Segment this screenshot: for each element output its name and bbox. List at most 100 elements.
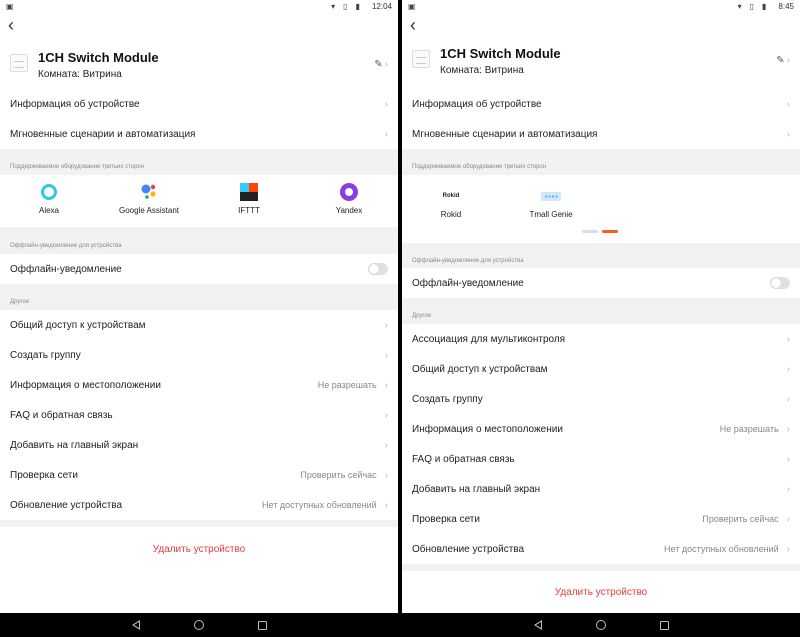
- row-label: FAQ и обратная связь: [10, 409, 113, 421]
- network-check-row[interactable]: Проверка сети Проверить сейчас ›: [0, 460, 398, 490]
- add-to-home-row[interactable]: Добавить на главный экран ›: [0, 430, 398, 460]
- service-name: IFTTT: [238, 206, 260, 215]
- chevron-right-icon: ›: [786, 128, 790, 140]
- nav-recent-icon[interactable]: [659, 620, 669, 630]
- row-label: Информация об устройстве: [412, 98, 542, 110]
- device-info-row[interactable]: Информация об устройстве ›: [402, 89, 800, 119]
- nav-back-icon[interactable]: [131, 620, 140, 630]
- carousel-dot[interactable]: [582, 230, 598, 233]
- other-section: Другое: [402, 298, 800, 324]
- edit-icon[interactable]: ✎ ›: [776, 55, 790, 66]
- system-nav-bar: [402, 613, 800, 637]
- row-label: Обновление устройства: [412, 543, 525, 555]
- services-strip: Rokid Rokid Tmall Genie: [402, 175, 800, 243]
- delete-device-button[interactable]: Удалить устройство: [0, 527, 398, 571]
- section-title: Другое: [10, 299, 30, 305]
- carousel-dot-active[interactable]: [602, 230, 618, 233]
- section-title: Оффлайн-уведомление для устройства: [412, 258, 524, 264]
- row-label: Мгновенные сценарии и автоматизация: [10, 128, 196, 140]
- row-label: Оффлайн-уведомление: [412, 277, 524, 289]
- nav-back-icon[interactable]: [533, 620, 542, 630]
- add-to-home-row[interactable]: Добавить на главный экран ›: [402, 474, 800, 504]
- edit-icon[interactable]: ✎ ›: [374, 59, 388, 70]
- wifi-icon: ▾: [737, 2, 742, 11]
- status-bar: ▣ ▾ ▯ ▮ 12:04: [0, 0, 398, 13]
- service-yandex[interactable]: Yandex: [314, 183, 384, 216]
- back-icon[interactable]: ‹: [410, 16, 416, 34]
- device-update-row[interactable]: Обновление устройства Нет доступных обно…: [0, 490, 398, 520]
- battery-icon: ▮: [355, 2, 360, 11]
- create-group-row[interactable]: Создать группу ›: [402, 384, 800, 414]
- section-title: Поддерживаемое оборудование третьих стор…: [412, 164, 547, 170]
- chevron-right-icon: ›: [384, 439, 388, 451]
- google-assistant-icon: [140, 183, 158, 201]
- row-label: Создать группу: [412, 393, 483, 405]
- row-label: Добавить на главный экран: [412, 483, 541, 495]
- yandex-icon: [340, 183, 358, 201]
- third-party-section: Поддерживаемое оборудование третьих стор…: [0, 149, 398, 175]
- chevron-right-icon: ›: [384, 98, 388, 110]
- service-google-assistant[interactable]: Google Assistant: [114, 183, 184, 216]
- divider: [0, 520, 398, 527]
- row-label: Проверка сети: [412, 513, 480, 525]
- service-name: Tmall Genie: [529, 210, 573, 219]
- device-header[interactable]: 1CH Switch Module Комната: Витрина ✎ ›: [402, 40, 800, 84]
- chevron-right-icon: ›: [384, 128, 388, 140]
- row-label: Мгновенные сценарии и автоматизация: [412, 128, 598, 140]
- row-label: Добавить на главный экран: [10, 439, 139, 451]
- share-devices-row[interactable]: Общий доступ к устройствам ›: [0, 310, 398, 340]
- offline-section: Оффлайн-уведомление для устройства: [402, 243, 800, 269]
- scenes-automation-row[interactable]: Мгновенные сценарии и автоматизация ›: [0, 119, 398, 149]
- service-tmall-genie[interactable]: Tmall Genie: [516, 187, 586, 220]
- row-label: Информация о местоположении: [10, 379, 161, 391]
- create-group-row[interactable]: Создать группу ›: [0, 340, 398, 370]
- location-info-row[interactable]: Информация о местоположении Не разрешать…: [0, 370, 398, 400]
- chevron-right-icon: ›: [786, 363, 790, 375]
- offline-notification-toggle[interactable]: [770, 277, 790, 289]
- chevron-right-icon: ›: [384, 379, 388, 391]
- row-label: Общий доступ к устройствам: [10, 319, 146, 331]
- nav-recent-icon[interactable]: [257, 620, 267, 630]
- carousel-dots[interactable]: [582, 230, 618, 233]
- device-room: Комната: Витрина: [440, 65, 524, 76]
- row-label: Проверка сети: [10, 469, 78, 481]
- status-bar: ▣ ▾ ▯ ▮ 8:45: [402, 0, 800, 13]
- location-info-row[interactable]: Информация о местоположении Не разрешать…: [402, 414, 800, 444]
- scenes-automation-row[interactable]: Мгновенные сценарии и автоматизация ›: [402, 119, 800, 149]
- service-rokid[interactable]: Rokid Rokid: [416, 187, 486, 220]
- multicontrol-row[interactable]: Ассоциация для мультиконтроля ›: [402, 324, 800, 354]
- network-check-row[interactable]: Проверка сети Проверить сейчас ›: [402, 504, 800, 534]
- row-value: Нет доступных обновлений: [664, 544, 779, 554]
- nav-home-icon[interactable]: [193, 620, 204, 630]
- clock: 12:04: [371, 2, 392, 11]
- service-name: Alexa: [38, 206, 59, 215]
- row-label: FAQ и обратная связь: [412, 453, 515, 465]
- chevron-right-icon: ›: [786, 543, 790, 555]
- row-label: Обновление устройства: [10, 499, 123, 511]
- image-icon: ▣: [6, 2, 14, 11]
- offline-notification-toggle[interactable]: [368, 263, 388, 275]
- share-devices-row[interactable]: Общий доступ к устройствам ›: [402, 354, 800, 384]
- device-info-row[interactable]: Информация об устройстве ›: [0, 89, 398, 119]
- row-value: Не разрешать: [719, 424, 779, 434]
- device-update-row[interactable]: Обновление устройства Нет доступных обно…: [402, 534, 800, 564]
- right-screen: ▣ ▾ ▯ ▮ 8:45 ‹ 1CH Switch Module Комната…: [402, 0, 800, 637]
- nav-home-icon[interactable]: [595, 620, 606, 630]
- chevron-right-icon: ›: [786, 423, 790, 435]
- faq-feedback-row[interactable]: FAQ и обратная связь ›: [0, 400, 398, 430]
- row-value: Не разрешать: [317, 380, 377, 390]
- chevron-right-icon: ›: [786, 333, 790, 345]
- row-value: Нет доступных обновлений: [262, 500, 377, 510]
- delete-device-button[interactable]: Удалить устройство: [402, 571, 800, 613]
- chevron-right-icon: ›: [786, 453, 790, 465]
- other-section: Другое: [0, 284, 398, 310]
- tmall-genie-icon: [540, 187, 562, 205]
- device-header[interactable]: 1CH Switch Module Комната: Витрина ✎ ›: [0, 44, 398, 88]
- service-ifttt[interactable]: IFTTT: [214, 183, 284, 216]
- chevron-right-icon: ›: [786, 98, 790, 110]
- faq-feedback-row[interactable]: FAQ и обратная связь ›: [402, 444, 800, 474]
- service-alexa[interactable]: Alexa: [14, 183, 84, 216]
- wifi-icon: ▾: [331, 2, 336, 11]
- blank-area: [0, 571, 398, 613]
- back-icon[interactable]: ‹: [8, 16, 14, 34]
